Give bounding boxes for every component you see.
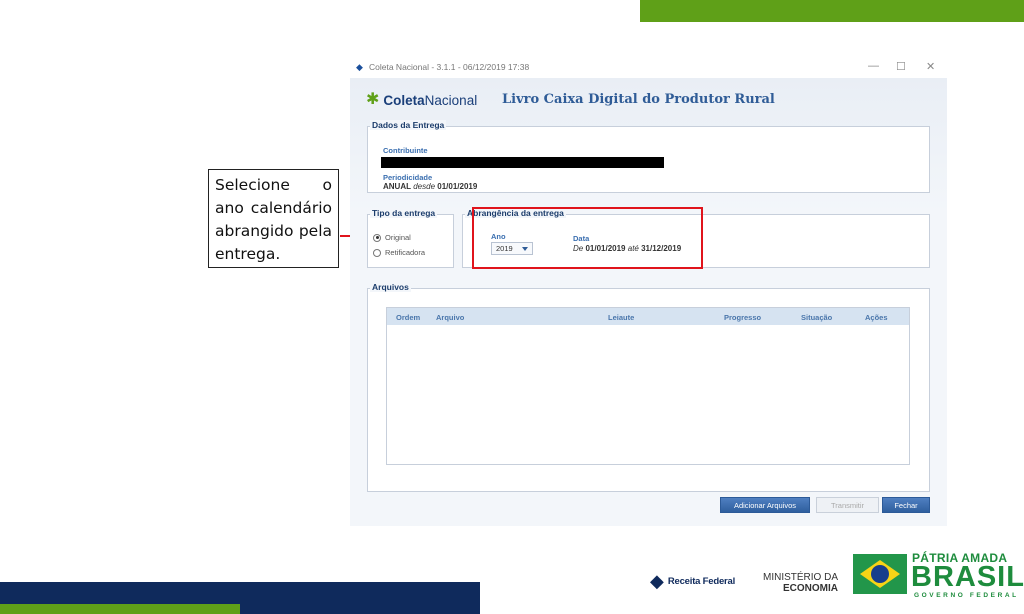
col-leiaute[interactable]: Leiaute bbox=[608, 313, 634, 322]
radio-selected-icon bbox=[373, 233, 381, 242]
molecule-icon: ✱ bbox=[366, 91, 380, 108]
receita-federal-logo: ◆ Receita Federal bbox=[650, 571, 736, 591]
col-progresso[interactable]: Progresso bbox=[724, 313, 761, 322]
contribuinte-label: Contribuinte bbox=[383, 146, 428, 155]
abrangencia-highlight-box bbox=[472, 207, 703, 269]
arquivos-table[interactable]: Ordem Arquivo Leiaute Progresso Situação… bbox=[386, 307, 910, 465]
window-titlebar: ◆ Coleta Nacional - 3.1.1 - 06/12/2019 1… bbox=[350, 56, 947, 78]
minimize-button[interactable]: — bbox=[868, 60, 879, 72]
top-green-bar bbox=[640, 0, 1024, 22]
adicionar-arquivos-button[interactable]: Adicionar Arquivos bbox=[720, 497, 810, 513]
col-acoes[interactable]: Ações bbox=[865, 313, 888, 322]
bottom-green-bar bbox=[0, 604, 240, 614]
tipo-legend: Tipo da entrega bbox=[370, 208, 438, 218]
receita-eagle-icon: ◆ bbox=[650, 571, 664, 591]
brasil-text: BRASIL bbox=[911, 561, 1024, 593]
window-title: Coleta Nacional - 3.1.1 - 06/12/2019 17:… bbox=[369, 62, 530, 72]
instruction-callout: Selecione o ano calendário abrangido pel… bbox=[208, 169, 339, 268]
dados-da-entrega-section: Dados da Entrega Contribuinte Periodicid… bbox=[367, 120, 930, 193]
close-window-button[interactable]: ✕ bbox=[926, 60, 935, 73]
arquivos-legend: Arquivos bbox=[370, 282, 411, 292]
ministerio-economia-logo: MINISTÉRIO DA ECONOMIA bbox=[763, 572, 839, 594]
receita-window-icon: ◆ bbox=[356, 62, 363, 72]
col-ordem[interactable]: Ordem bbox=[396, 313, 420, 322]
fechar-button[interactable]: Fechar bbox=[882, 497, 930, 513]
table-header: Ordem Arquivo Leiaute Progresso Situação… bbox=[387, 308, 909, 325]
periodicidade-label: Periodicidade bbox=[383, 173, 433, 182]
tipo-da-entrega-section: Tipo da entrega Original Retificadora bbox=[367, 208, 454, 268]
contribuinte-redacted bbox=[381, 157, 664, 168]
governo-federal-text: GOVERNO FEDERAL bbox=[914, 592, 1019, 599]
app-title: Livro Caixa Digital do Produtor Rural bbox=[502, 92, 775, 107]
transmitir-button[interactable]: Transmitir bbox=[816, 497, 879, 513]
periodicidade-value: ANUAL desde 01/01/2019 bbox=[383, 182, 478, 191]
coleta-nacional-logo: ✱ ColetaNacional bbox=[366, 91, 478, 108]
radio-unselected-icon bbox=[373, 248, 381, 257]
radio-retificadora[interactable]: Retificadora bbox=[373, 248, 425, 257]
col-situacao[interactable]: Situação bbox=[801, 313, 832, 322]
dados-legend: Dados da Entrega bbox=[370, 120, 447, 130]
maximize-button[interactable]: ☐ bbox=[896, 60, 906, 73]
col-arquivo[interactable]: Arquivo bbox=[436, 313, 464, 322]
brazil-flag-icon bbox=[853, 554, 907, 594]
radio-original[interactable]: Original bbox=[373, 233, 411, 242]
